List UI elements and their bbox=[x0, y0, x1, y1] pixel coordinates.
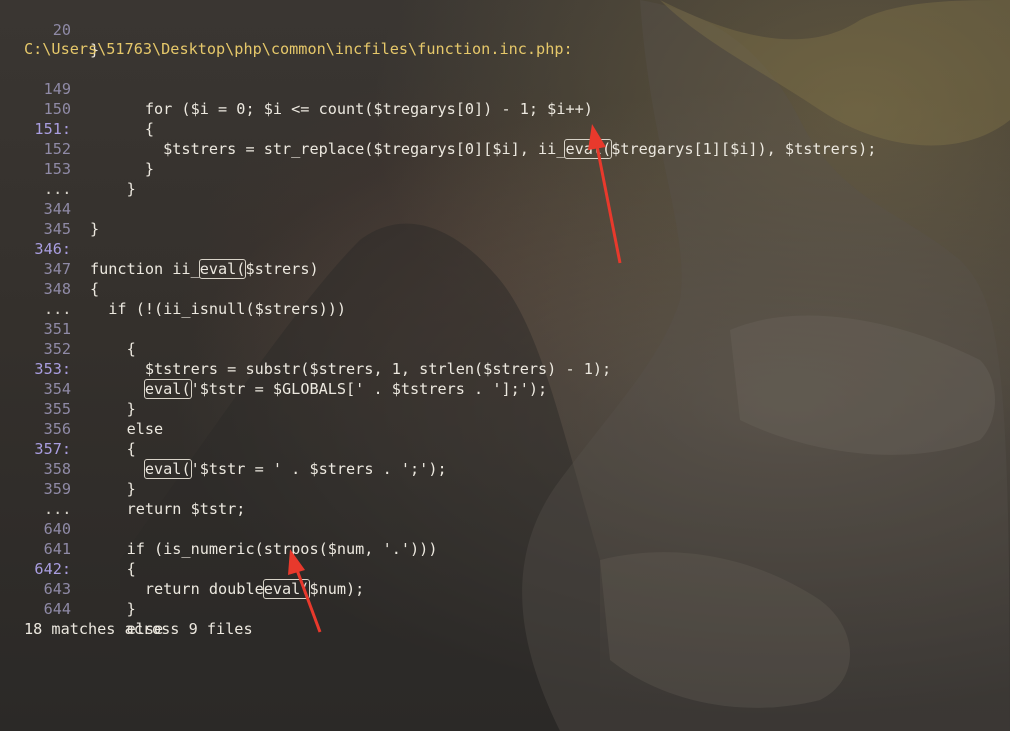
code-text: else bbox=[90, 420, 164, 438]
code-text: $tstrers = str_replace($tregarys[0][$i],… bbox=[90, 139, 877, 159]
ellipsis-row: ... bbox=[0, 479, 71, 518]
code-text: $tstrers = substr($strers, 1, strlen($st… bbox=[90, 360, 612, 378]
match-summary: 18 matches across 9 files bbox=[24, 620, 253, 638]
ellipsis-row: ... bbox=[0, 159, 71, 198]
result-line[interactable]: 641 { bbox=[0, 519, 136, 578]
result-line-match[interactable]: 353: eval('$tstr = $GLOBALS[' . $tstrers… bbox=[0, 339, 547, 399]
result-line[interactable]: 152 } bbox=[0, 119, 154, 178]
result-line[interactable]: 352 $tstrers = substr($strers, 1, strlen… bbox=[0, 319, 612, 378]
match-highlight: eval( bbox=[564, 139, 613, 159]
code-text: { bbox=[90, 440, 136, 458]
ellipsis: ... bbox=[44, 300, 72, 318]
code-text: } bbox=[90, 180, 136, 198]
arrow-shaft bbox=[595, 145, 622, 264]
ellipsis: ... bbox=[44, 500, 72, 518]
result-line[interactable]: 359 return $tstr; bbox=[0, 459, 246, 518]
match-highlight: eval( bbox=[143, 379, 192, 399]
result-line[interactable]: 153 } bbox=[0, 139, 136, 198]
result-line[interactable]: 354 } bbox=[0, 359, 136, 418]
line-number: 20 bbox=[52, 21, 71, 39]
ellipsis: ... bbox=[44, 180, 72, 198]
result-line-match[interactable]: 642: return doubleeval($num); bbox=[0, 539, 364, 599]
result-line[interactable]: 358 } bbox=[0, 439, 136, 498]
code-text: { bbox=[90, 280, 100, 298]
code-text: } bbox=[90, 220, 100, 238]
match-highlight: eval( bbox=[198, 259, 247, 279]
match-highlight: eval( bbox=[262, 579, 311, 599]
result-line[interactable]: 347 { bbox=[0, 239, 100, 298]
code-text: if (is_numeric(strpos($num, '.'))) bbox=[90, 540, 438, 558]
result-line[interactable]: 20 } bbox=[0, 0, 99, 59]
code-text: } bbox=[90, 480, 136, 498]
result-line[interactable]: 644 else bbox=[0, 579, 164, 638]
result-line[interactable]: 355 else bbox=[0, 379, 164, 438]
result-line-match[interactable]: 357: eval('$tstr = ' . $strers . ';'); bbox=[0, 419, 447, 479]
result-line-match[interactable]: 346: function ii_eval($strers) bbox=[0, 219, 319, 279]
result-line[interactable]: 344 } bbox=[0, 179, 100, 238]
result-line[interactable]: 643 } bbox=[0, 559, 136, 618]
code-text: { bbox=[90, 120, 155, 138]
code-text: { bbox=[90, 340, 136, 358]
match-highlight: eval( bbox=[143, 459, 192, 479]
code-text: return doubleeval($num); bbox=[90, 579, 365, 599]
result-line[interactable]: 356 { bbox=[0, 399, 136, 458]
code-text: function ii_eval($strers) bbox=[90, 259, 319, 279]
code-text: return $tstr; bbox=[90, 500, 246, 518]
code-text: } bbox=[90, 160, 155, 178]
result-line[interactable]: 351 { bbox=[0, 299, 136, 358]
result-line[interactable]: 345 bbox=[0, 199, 71, 238]
code-text: eval('$tstr = $GLOBALS[' . $tstrers . ']… bbox=[143, 379, 548, 399]
line-number: 644 bbox=[43, 600, 71, 618]
result-line[interactable]: 150 { bbox=[0, 79, 154, 138]
code-text: } bbox=[90, 600, 136, 618]
result-line-match[interactable]: 151: $tstrers = str_replace($tregarys[0]… bbox=[0, 99, 876, 159]
code-text: eval('$tstr = ' . $strers . ';'); bbox=[143, 459, 447, 479]
file-path-header[interactable]: C:\Users\51763\Desktop\php\common\incfil… bbox=[24, 39, 573, 59]
result-line[interactable]: 348 if (!(ii_isnull($strers))) bbox=[0, 259, 346, 318]
code-text: } bbox=[90, 400, 136, 418]
code-text: { bbox=[90, 560, 136, 578]
ellipsis-row: ... bbox=[0, 279, 71, 318]
result-line[interactable]: 149 for ($i = 0; $i <= count($tregarys[0… bbox=[0, 59, 593, 118]
code-text: for ($i = 0; $i <= count($tregarys[0]) -… bbox=[90, 100, 593, 118]
result-line[interactable]: 640 if (is_numeric(strpos($num, '.'))) bbox=[0, 499, 438, 558]
code-text: if (!(ii_isnull($strers))) bbox=[90, 300, 347, 318]
